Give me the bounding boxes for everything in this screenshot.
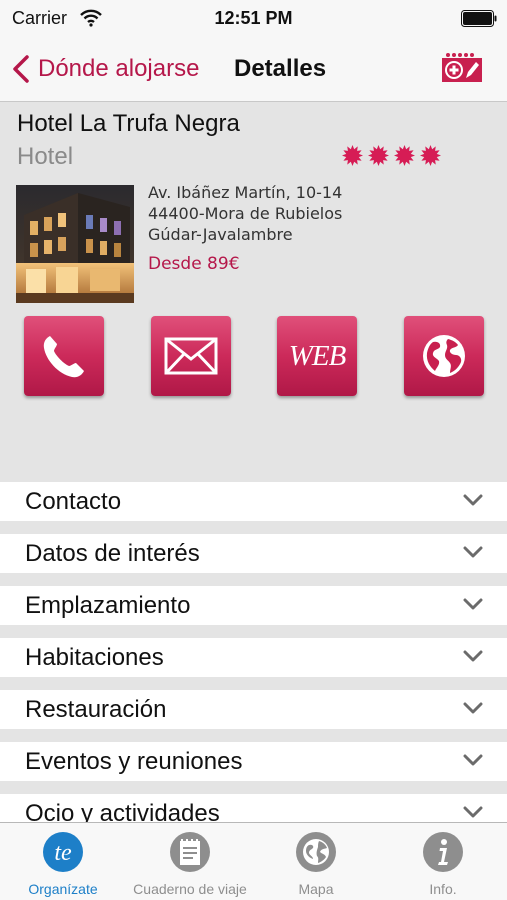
web-label: WEB bbox=[288, 339, 347, 372]
section-row[interactable]: Eventos y reuniones bbox=[0, 742, 507, 781]
globe-button[interactable] bbox=[404, 316, 484, 396]
tab-label: Organízate bbox=[28, 881, 98, 897]
chevron-down-icon bbox=[463, 702, 483, 714]
address-street: Av. Ibáñez Martín, 10-14 bbox=[148, 183, 343, 202]
section-row[interactable]: Ocio y actividades bbox=[0, 794, 507, 822]
tab-cuaderno-de-viaje[interactable]: Cuaderno de viaje bbox=[127, 823, 253, 900]
section-label: Habitaciones bbox=[25, 644, 164, 671]
address-city: 44400-Mora de Rubielos bbox=[148, 204, 343, 223]
svg-text:te: te bbox=[54, 840, 72, 866]
chevron-down-icon bbox=[463, 806, 483, 818]
map-globe-icon bbox=[296, 832, 336, 872]
email-button[interactable] bbox=[151, 316, 231, 396]
rating-star-icon bbox=[342, 145, 363, 166]
chevron-left-icon bbox=[13, 55, 29, 83]
hotel-name: Hotel La Trufa Negra bbox=[17, 110, 240, 137]
hotel-address: Av. Ibáñez Martín, 10-14 44400-Mora de R… bbox=[148, 182, 342, 245]
page-title: Detalles bbox=[234, 55, 327, 82]
battery-icon bbox=[461, 10, 497, 27]
details-section-list: Contacto Datos de interés Emplazamiento Hab… bbox=[0, 482, 507, 822]
section-label: Contacto bbox=[25, 488, 122, 515]
tab-organizate[interactable]: te Organízate bbox=[0, 823, 126, 900]
chevron-down-icon bbox=[463, 494, 483, 506]
globe-icon bbox=[423, 335, 465, 377]
section-row[interactable]: Datos de interés bbox=[0, 534, 507, 573]
chevron-down-icon bbox=[463, 650, 483, 662]
star-rating bbox=[342, 145, 441, 166]
add-to-trip-icon[interactable] bbox=[439, 51, 485, 85]
info-icon bbox=[423, 832, 463, 872]
organizate-icon: te bbox=[43, 832, 83, 872]
tab-label: Mapa bbox=[298, 881, 334, 897]
back-label: Dónde alojarse bbox=[38, 55, 200, 82]
rating-star-icon bbox=[394, 145, 415, 166]
section-row[interactable]: Contacto bbox=[0, 482, 507, 521]
rating-star-icon bbox=[420, 145, 441, 166]
phone-icon bbox=[43, 336, 84, 378]
call-button[interactable] bbox=[24, 316, 104, 396]
status-bar: Carrier 12:51 PM bbox=[0, 0, 507, 38]
action-buttons: WEB bbox=[24, 316, 484, 396]
clock: 12:51 PM bbox=[214, 8, 293, 28]
section-label: Datos de interés bbox=[25, 540, 200, 567]
section-label: Restauración bbox=[25, 696, 167, 723]
website-button[interactable]: WEB bbox=[277, 316, 357, 396]
section-label: Ocio y actividades bbox=[25, 800, 220, 822]
hotel-type: Hotel bbox=[17, 143, 74, 170]
section-row[interactable]: Restauración bbox=[0, 690, 507, 729]
back-button[interactable]: Dónde alojarse bbox=[10, 52, 199, 86]
address-region: Gúdar-Javalambre bbox=[148, 225, 293, 244]
notebook-icon bbox=[170, 832, 210, 872]
tab-mapa[interactable]: Mapa bbox=[253, 823, 379, 900]
section-label: Eventos y reuniones bbox=[25, 748, 243, 775]
tab-bar: te Organízate Cuaderno de viaje Mapa Inf… bbox=[0, 822, 507, 900]
tab-info[interactable]: Info. bbox=[380, 823, 506, 900]
chevron-down-icon bbox=[463, 754, 483, 766]
hotel-photo-image bbox=[16, 185, 134, 303]
section-row[interactable]: Emplazamiento bbox=[0, 586, 507, 625]
hotel-photo[interactable] bbox=[16, 185, 134, 303]
rating-star-icon bbox=[368, 145, 389, 166]
price-label: Desde 89€ bbox=[148, 254, 240, 274]
envelope-icon bbox=[164, 337, 218, 375]
tab-label: Info. bbox=[429, 881, 457, 897]
tab-label: Cuaderno de viaje bbox=[133, 881, 247, 897]
chevron-down-icon bbox=[463, 546, 483, 558]
navigation-bar: Dónde alojarse Detalles bbox=[0, 38, 507, 102]
chevron-down-icon bbox=[463, 598, 483, 610]
section-row[interactable]: Habitaciones bbox=[0, 638, 507, 677]
section-label: Emplazamiento bbox=[25, 592, 191, 619]
